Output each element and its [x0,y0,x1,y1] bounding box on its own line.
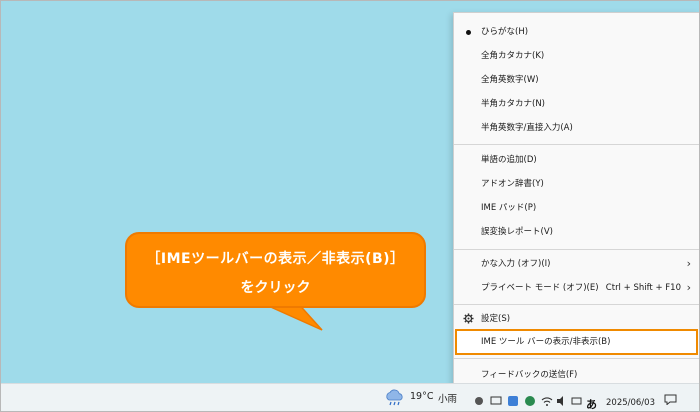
desktop: ［IMEツールバーの表示／非表示(B)］ をクリック ひらがな(H) 全角カタカ… [0,0,700,412]
callout-text-line1: ［IMEツールバーの表示／非表示(B)］ [146,251,405,267]
menu-item-label: アドオン辞書(Y) [481,179,544,189]
menu-item-label: IME パッド(P) [481,203,537,213]
chevron-right-icon: › [686,281,691,294]
tray-overflow-icon[interactable] [474,396,484,406]
wifi-icon[interactable] [541,395,553,407]
menu-item-kana-input[interactable]: かな入力 (オフ)(I) › [454,253,699,275]
menu-item-label: 半角英数字/直接入力(A) [481,123,573,133]
menu-item-add-word[interactable]: 単語の追加(D) [454,149,699,171]
menu-item-addon-dictionary[interactable]: アドオン辞書(Y) [454,173,699,195]
app-tray-icon[interactable] [507,395,519,407]
menu-item-fullwidth-alphanumeric[interactable]: 全角英数字(W) [454,69,699,91]
menu-item-label: IME ツール バーの表示/非表示(B) [481,337,611,347]
menu-item-label: 全角カタカナ(K) [481,51,545,61]
rain-cloud-icon[interactable] [384,389,406,407]
menu-separator [454,304,699,305]
menu-separator [454,144,699,145]
instruction-callout: ［IMEツールバーの表示／非表示(B)］ をクリック [125,232,426,308]
menu-item-label: 半角カタカナ(N) [481,99,545,109]
menu-item-shortcut: Ctrl + Shift + F10 [605,283,681,293]
menu-item-direct-input[interactable]: 半角英数字/直接入力(A) [454,117,699,139]
menu-item-label: プライベート モード (オフ)(E) [481,283,599,293]
menu-item-label: 単語の追加(D) [481,155,537,165]
weather-temperature[interactable]: 19°C [410,391,433,402]
menu-item-label: 全角英数字(W) [481,75,539,85]
weather-condition[interactable]: 小雨 [438,391,457,405]
menu-item-label: かな入力 (オフ)(I) [481,259,551,269]
menu-item-conversion-report[interactable]: 誤変換レポート(V) [454,221,699,243]
menu-item-hiragana[interactable]: ひらがな(H) [454,21,699,43]
menu-item-toggle-ime-toolbar[interactable]: IME ツール バーの表示/非表示(B) [454,331,699,353]
menu-separator [454,358,699,359]
menu-item-private-mode[interactable]: プライベート モード (オフ)(E) Ctrl + Shift + F10 › [454,277,699,299]
menu-item-label: 誤変換レポート(V) [481,227,553,237]
menu-item-label: ひらがな(H) [481,27,529,37]
callout-text-line2: をクリック [240,280,311,296]
ime-mode-indicator[interactable]: あ [586,396,597,412]
menu-item-ime-pad[interactable]: IME パッド(P) [454,197,699,219]
gear-icon [463,313,474,324]
taskbar: 19°C 小雨 あ 2025/06/03 [0,383,700,412]
ime-context-menu: ひらがな(H) 全角カタカナ(K) 全角英数字(W) 半角カタカナ(N) 半角英… [453,12,700,390]
menu-item-label: 設定(S) [481,314,511,324]
menu-item-settings[interactable]: 設定(S) [454,308,699,330]
security-icon[interactable] [524,395,536,407]
chevron-right-icon: › [686,257,691,270]
menu-item-fullwidth-katakana[interactable]: 全角カタカナ(K) [454,45,699,67]
selected-bullet-icon [466,30,471,35]
menu-item-halfwidth-katakana[interactable]: 半角カタカナ(N) [454,93,699,115]
taskbar-date[interactable]: 2025/06/03 [606,398,655,408]
battery-icon[interactable] [571,395,583,407]
notification-icon[interactable] [664,394,677,405]
speaker-icon[interactable] [556,395,568,407]
menu-separator [454,249,699,250]
network-icon[interactable] [490,396,502,406]
